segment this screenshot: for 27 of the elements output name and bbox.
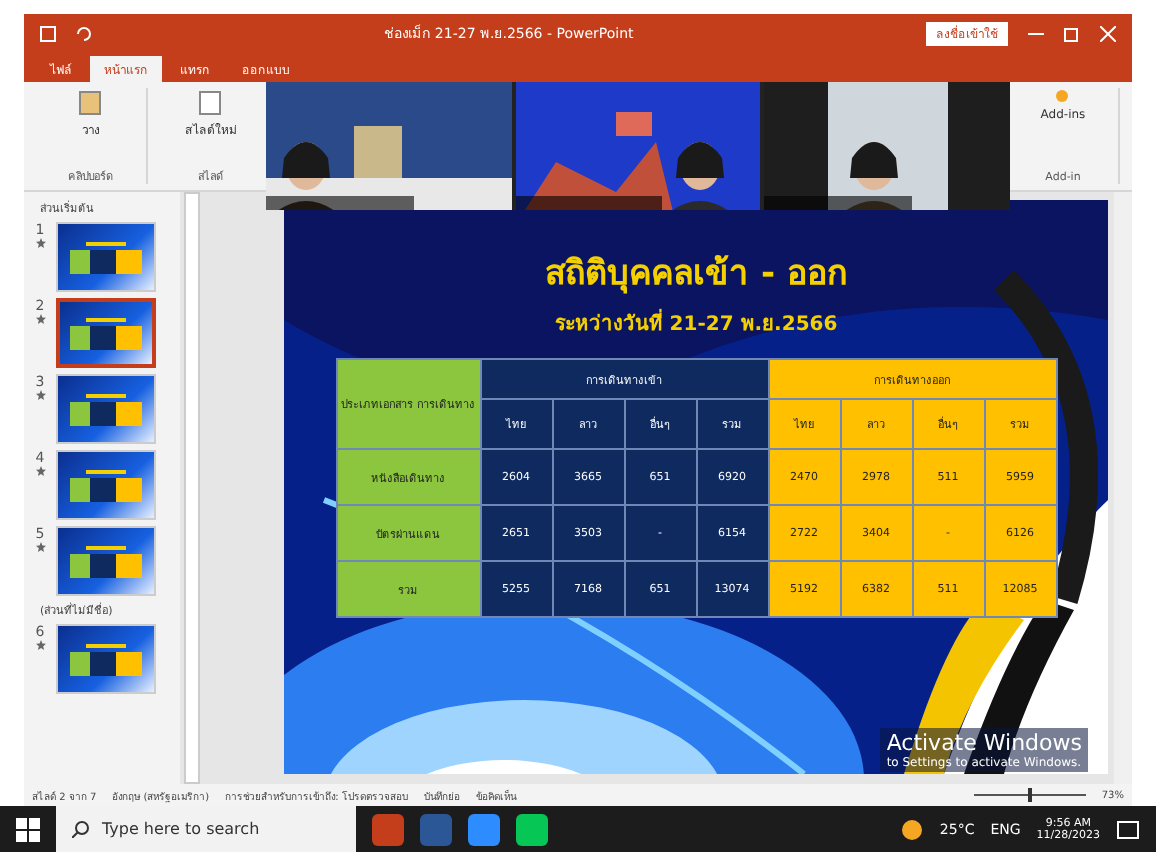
weather-icon[interactable] — [899, 817, 924, 841]
addins-icon — [1054, 88, 1071, 104]
scrollbar[interactable] — [1114, 192, 1132, 784]
windows-icon[interactable] — [16, 817, 40, 841]
slide-subtitle: ระหว่างวันที่ 21-27 พ.ย.2566 — [554, 308, 838, 338]
slide-thumbnail[interactable] — [56, 298, 156, 368]
star-icon — [35, 390, 45, 400]
star-icon — [35, 466, 45, 476]
undo-icon[interactable] — [76, 25, 92, 41]
slide-title: สถิติบุคคลเข้า - ออก — [545, 252, 847, 298]
notification-icon[interactable] — [1116, 817, 1140, 841]
slide-icon — [197, 88, 225, 116]
search-icon — [72, 820, 90, 838]
restore-icon[interactable] — [1064, 25, 1080, 41]
close-icon[interactable] — [1100, 25, 1116, 41]
scrollbar[interactable] — [184, 192, 200, 784]
search-field[interactable]: Type here to search — [56, 806, 356, 852]
star-icon — [35, 314, 45, 324]
chat-app-icon[interactable] — [516, 813, 548, 845]
save-icon[interactable] — [40, 25, 56, 41]
star-icon — [35, 238, 45, 248]
clipboard-icon — [77, 88, 105, 116]
powerpoint-icon[interactable] — [372, 813, 404, 845]
star-icon — [35, 542, 45, 552]
star-icon — [35, 640, 45, 650]
video-app-icon[interactable] — [468, 813, 500, 845]
zoom-thumb[interactable] — [1027, 788, 1032, 802]
